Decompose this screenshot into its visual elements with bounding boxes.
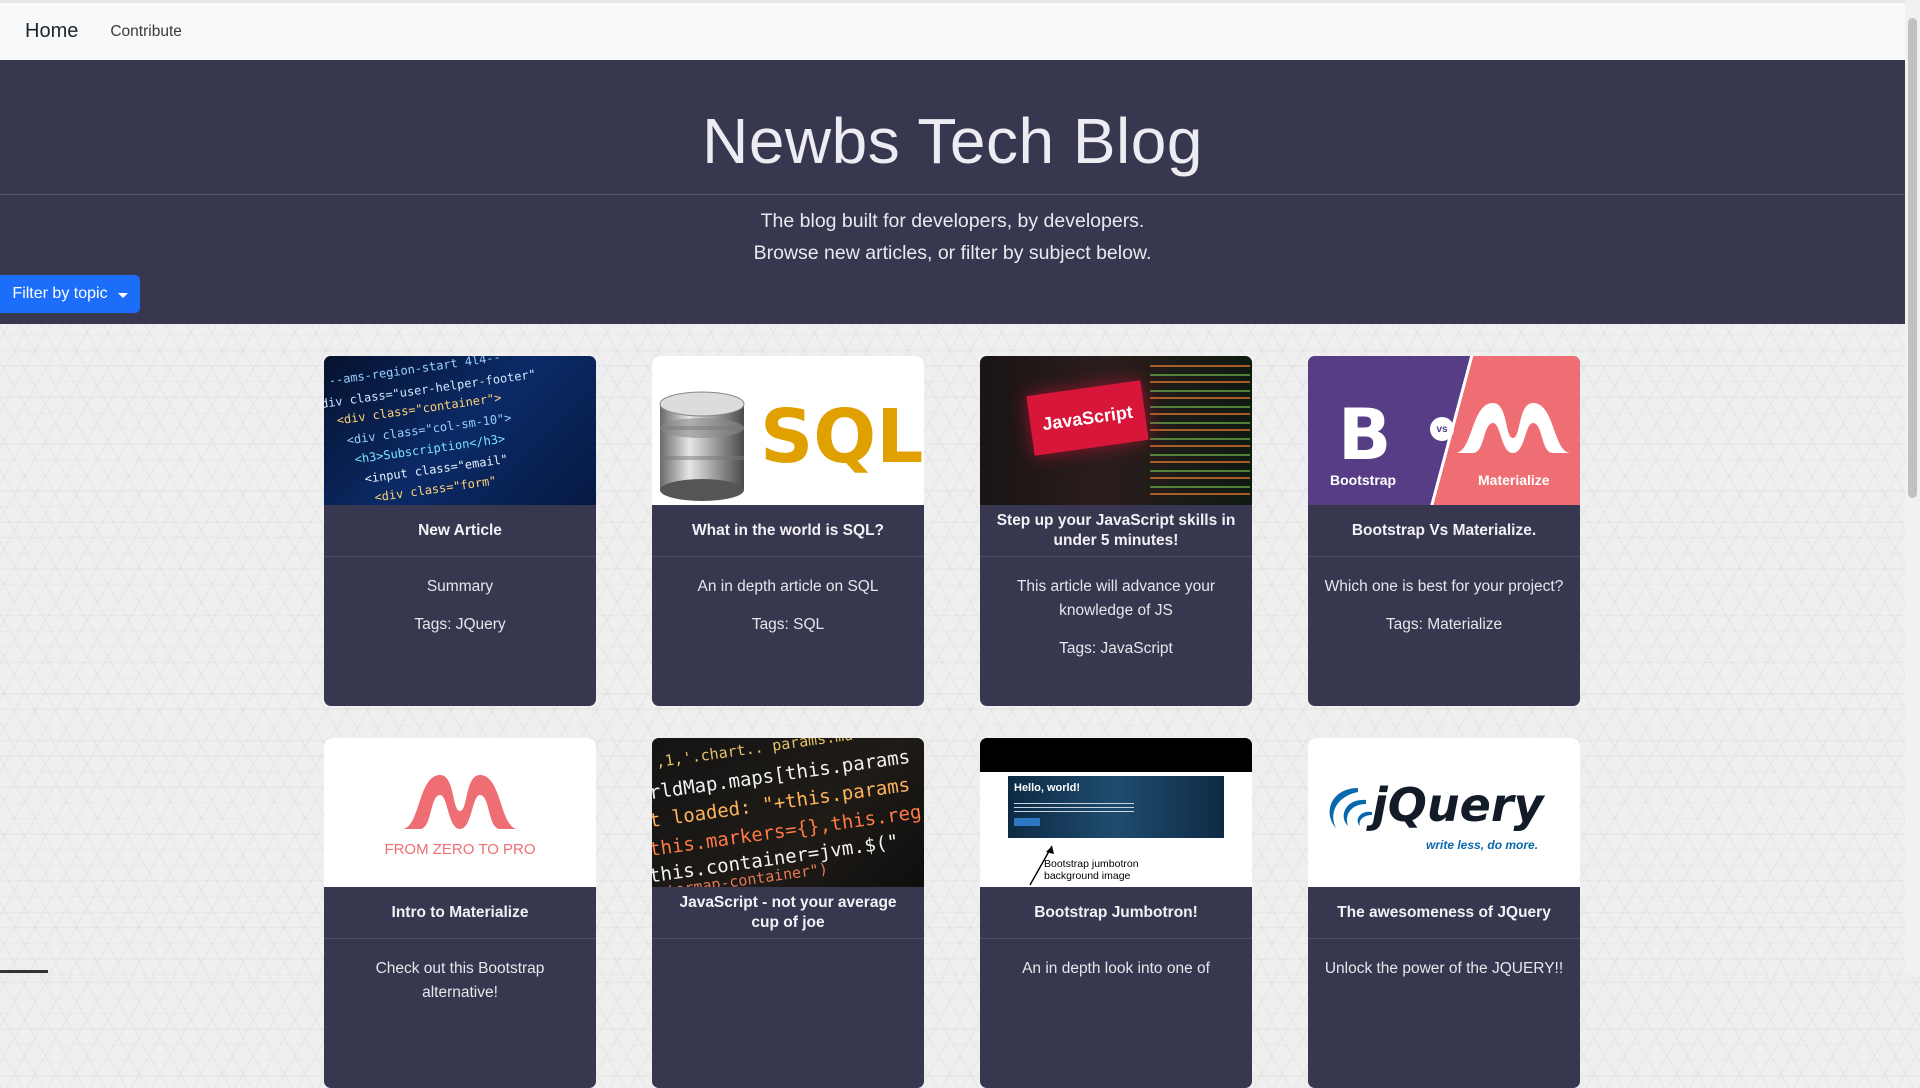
materialize-logo-icon	[1455, 403, 1571, 453]
materialize-logo-icon	[402, 775, 518, 829]
bootstrap-logo-icon: B	[1338, 394, 1392, 476]
card-summary: Which one is best for your project?	[1324, 578, 1564, 595]
bootstrap-jumbotron-image: Hello, world! Bootstrap jumbotron backgr…	[980, 738, 1252, 887]
card-tags: Tags: JQuery	[414, 616, 506, 634]
card-body: Summary Tags: JQuery	[324, 557, 596, 637]
bottom-strip	[0, 970, 48, 973]
article-card[interactable]: JavaScript Step up your JavaScript skill…	[980, 356, 1252, 706]
javascript-screen-image: JavaScript	[980, 356, 1252, 505]
card-summary: Check out this Bootstrap alternative!	[375, 960, 545, 1002]
card-title[interactable]: Bootstrap Jumbotron!	[980, 887, 1252, 939]
hero-divider	[0, 194, 1905, 195]
caret-down-icon	[117, 292, 128, 298]
nav-contribute-link[interactable]: Contribute	[110, 23, 182, 41]
card-body: Which one is best for your project? Tags…	[1308, 557, 1580, 637]
card-title[interactable]: Step up your JavaScript skills in under …	[980, 505, 1252, 557]
card-body: This article will advance your knowledge…	[980, 557, 1252, 661]
card-title[interactable]: What in the world is SQL?	[652, 505, 924, 557]
card-title[interactable]: New Article	[324, 505, 596, 557]
article-card[interactable]: SQL What in the world is SQL? An in dept…	[652, 356, 924, 706]
card-summary: An in depth look into one of	[1022, 960, 1210, 977]
card-title[interactable]: Bootstrap Vs Materialize.	[1308, 505, 1580, 557]
filter-by-topic-button[interactable]: Filter by topic	[0, 275, 140, 313]
card-body: An in depth article on SQL Tags: SQL	[652, 557, 924, 637]
zero-to-pro-text: FROM ZERO TO PRO	[384, 841, 536, 858]
article-card[interactable]: Hello, world! Bootstrap jumbotron backgr…	[980, 738, 1252, 1088]
materialize-label: Materialize	[1478, 472, 1550, 488]
article-grid: --ams-region-start 4l4-- div class="user…	[324, 356, 1582, 1088]
hero-subtagline: Browse new articles, or filter by subjec…	[753, 242, 1152, 264]
card-title[interactable]: The awesomeness of JQuery	[1308, 887, 1580, 939]
article-card[interactable]: jQuery write less, do more. The awesomen…	[1308, 738, 1580, 1088]
card-summary: This article will advance your knowledge…	[1016, 578, 1216, 620]
nav-home-link[interactable]: Home	[25, 20, 78, 43]
card-summary: Unlock the power of the JQUERY!!	[1324, 960, 1564, 977]
scrollbar-thumb[interactable]	[1908, 18, 1917, 498]
code-screen-image: --ams-region-start 4l4-- div class="user…	[324, 356, 596, 505]
card-title[interactable]: Intro to Materialize	[324, 887, 596, 939]
hero-banner: Newbs Tech Blog The blog built for devel…	[0, 60, 1905, 324]
javascript-code-image: ',1,'.chart.. params.mu rldMap.maps[this…	[652, 738, 924, 887]
hero-tagline: The blog built for developers, by develo…	[760, 210, 1145, 232]
sql-database-image: SQL	[652, 356, 924, 505]
card-tags: Tags: SQL	[751, 616, 825, 634]
card-title[interactable]: JavaScript - not your average cup of joe	[652, 887, 924, 939]
card-body	[652, 939, 924, 957]
card-body: Check out this Bootstrap alternative!	[324, 939, 596, 1005]
article-card[interactable]: B Bootstrap vs Materialize Bootstrap Vs …	[1308, 356, 1580, 706]
code-lines-decoration	[1150, 362, 1250, 502]
page-scrollbar[interactable]	[1905, 0, 1920, 975]
javascript-sign: JavaScript	[1026, 380, 1149, 456]
vs-badge: vs	[1430, 417, 1454, 441]
page-title: Newbs Tech Blog	[702, 105, 1203, 177]
jquery-logo-image: jQuery write less, do more.	[1308, 738, 1580, 887]
bootstrap-vs-materialize-image: B Bootstrap vs Materialize	[1308, 356, 1580, 505]
bootstrap-label: Bootstrap	[1330, 472, 1397, 488]
jquery-logo-text: jQuery	[1372, 778, 1544, 832]
card-summary: An in depth article on SQL	[697, 578, 879, 595]
javascript-sign-text: JavaScript	[1040, 401, 1134, 434]
card-summary: Summary	[426, 578, 494, 595]
article-card[interactable]: --ams-region-start 4l4-- div class="user…	[324, 356, 596, 706]
sql-logo-text: SQL	[760, 394, 924, 480]
navbar: Home Contribute	[0, 3, 1905, 60]
filter-button-label: Filter by topic	[12, 285, 108, 302]
card-tags: Tags: Materialize	[1385, 616, 1503, 634]
article-card[interactable]: FROM ZERO TO PRO Intro to Materialize Ch…	[324, 738, 596, 1088]
article-card[interactable]: ',1,'.chart.. params.mu rldMap.maps[this…	[652, 738, 924, 1088]
jquery-swoosh-icon	[1329, 788, 1372, 828]
card-tags: Tags: JavaScript	[1059, 640, 1173, 658]
materialize-zero-to-pro-image: FROM ZERO TO PRO	[324, 738, 596, 887]
jquery-tagline: write less, do more.	[1426, 838, 1539, 852]
jumbotron-caption: Bootstrap jumbotron background image	[1044, 858, 1139, 882]
